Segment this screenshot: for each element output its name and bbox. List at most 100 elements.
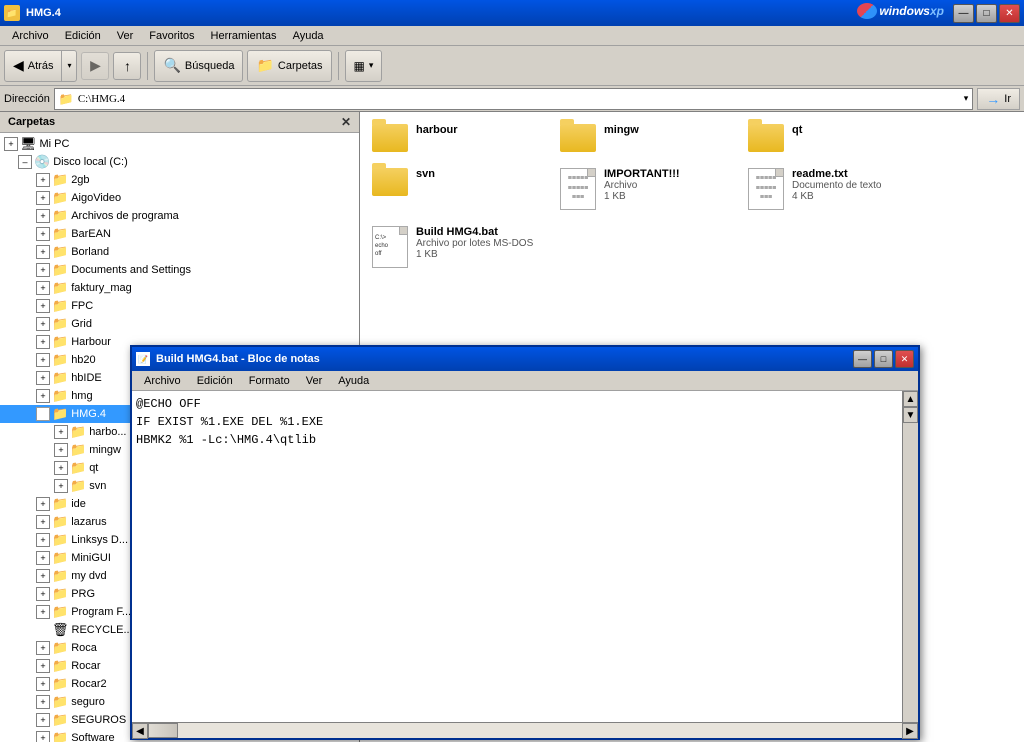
expander-program-f[interactable]: +: [36, 605, 50, 619]
hscrollbar-track[interactable]: [148, 723, 902, 738]
expander-documents[interactable]: +: [36, 263, 50, 277]
search-button[interactable]: 🔍 Búsqueda: [154, 50, 243, 82]
expander-qt-sub[interactable]: +: [54, 461, 68, 475]
back-button[interactable]: ◀ Atrás: [5, 51, 62, 81]
tree-item-fpc[interactable]: + 📁 FPC: [0, 297, 359, 315]
folders-close-button[interactable]: ✕: [341, 115, 351, 129]
close-button[interactable]: ✕: [999, 4, 1020, 23]
expander-hbide[interactable]: +: [36, 371, 50, 385]
expander-software[interactable]: +: [36, 731, 50, 742]
menu-favoritos[interactable]: Favoritos: [141, 28, 202, 44]
address-bar: Dirección 📁 ▾ → Ir: [0, 86, 1024, 112]
folders-button[interactable]: 📁 Carpetas: [247, 50, 331, 82]
notepad-content: @ECHO OFF IF EXIST %1.EXE DEL %1.EXE HBM…: [132, 391, 918, 722]
tree-item-aigovideo[interactable]: + 📁 AigoVideo: [0, 189, 359, 207]
hscrollbar-left-arrow[interactable]: ◀: [132, 723, 148, 739]
expander-rocar2[interactable]: +: [36, 677, 50, 691]
expander-archivos[interactable]: +: [36, 209, 50, 223]
expander-grid[interactable]: +: [36, 317, 50, 331]
menu-ayuda[interactable]: Ayuda: [285, 28, 332, 44]
tree-item-2gb[interactable]: + 📁 2gb: [0, 171, 359, 189]
folders-title: Carpetas: [8, 116, 55, 128]
expander-roca[interactable]: +: [36, 641, 50, 655]
view-button[interactable]: ▦ ▾: [345, 50, 383, 82]
expander-recycle: [36, 623, 50, 637]
address-input[interactable]: [78, 93, 960, 105]
file-item-svn[interactable]: svn: [368, 164, 548, 214]
tree-item-documents[interactable]: + 📁 Documents and Settings: [0, 261, 359, 279]
file-type-build-bat: Archivo por lotes MS-DOS: [416, 238, 544, 249]
notepad-vertical-scrollbar[interactable]: ▲ ▼: [902, 391, 918, 722]
expander-lazarus[interactable]: +: [36, 515, 50, 529]
notepad-menu-formato[interactable]: Formato: [241, 373, 298, 389]
notepad-menu-archivo[interactable]: Archivo: [136, 373, 189, 389]
expander-hmg[interactable]: +: [36, 389, 50, 403]
notepad-maximize-button[interactable]: □: [874, 350, 893, 368]
expander-my-pc[interactable]: +: [4, 137, 18, 151]
notepad-menu-edicion[interactable]: Edición: [189, 373, 241, 389]
expander-harbour[interactable]: +: [36, 335, 50, 349]
tree-item-borland[interactable]: + 📁 Borland: [0, 243, 359, 261]
expander-linksys[interactable]: +: [36, 533, 50, 547]
go-button[interactable]: → Ir: [977, 88, 1020, 110]
expander-seguro[interactable]: +: [36, 695, 50, 709]
menu-ver[interactable]: Ver: [109, 28, 142, 44]
window: 📁 HMG.4 — □ ✕ windowsxp Archivo Edición …: [0, 0, 1024, 742]
file-item-harbour[interactable]: harbour: [368, 120, 548, 156]
scrollbar-down-arrow[interactable]: ▼: [903, 407, 918, 423]
notepad-textarea[interactable]: @ECHO OFF IF EXIST %1.EXE DEL %1.EXE HBM…: [132, 391, 902, 722]
tree-item-faktury[interactable]: + 📁 faktury_mag: [0, 279, 359, 297]
expander-prg[interactable]: +: [36, 587, 50, 601]
tree-item-my-pc[interactable]: + 🖥 Mi PC: [0, 135, 359, 153]
notepad-minimize-button[interactable]: —: [853, 350, 872, 368]
expander-ide[interactable]: +: [36, 497, 50, 511]
expander-aigovideo[interactable]: +: [36, 191, 50, 205]
maximize-button[interactable]: □: [976, 4, 997, 23]
file-item-important[interactable]: ≡≡≡≡≡ ≡≡≡≡≡ ≡≡≡ IMPORTANT!!! Archivo 1 K…: [556, 164, 736, 214]
menu-herramientas[interactable]: Herramientas: [203, 28, 285, 44]
notepad-hscrollbar[interactable]: ◀ ▶: [132, 722, 918, 738]
notepad-menu-ver[interactable]: Ver: [298, 373, 331, 389]
back-button-group[interactable]: ◀ Atrás ▾: [4, 50, 77, 82]
expander-2gb[interactable]: +: [36, 173, 50, 187]
tree-item-disco-c[interactable]: – 💿 Disco local (C:): [0, 153, 359, 171]
expander-hmg4[interactable]: –: [36, 407, 50, 421]
file-size-build-bat: 1 KB: [416, 249, 544, 260]
address-dropdown-icon[interactable]: ▾: [964, 93, 969, 104]
hscrollbar-right-arrow[interactable]: ▶: [902, 723, 918, 739]
expander-harbo-sub[interactable]: +: [54, 425, 68, 439]
expander-minigui[interactable]: +: [36, 551, 50, 565]
hscrollbar-thumb[interactable]: [148, 723, 178, 738]
doc-icon-important: ≡≡≡≡≡ ≡≡≡≡≡ ≡≡≡: [560, 168, 596, 210]
expander-disco-c[interactable]: –: [18, 155, 32, 169]
file-item-mingw[interactable]: mingw: [556, 120, 736, 156]
file-item-build-bat[interactable]: C:\>echooff Build HMG4.bat Archivo por l…: [368, 222, 548, 272]
tree-item-grid[interactable]: + 📁 Grid: [0, 315, 359, 333]
expander-fpc[interactable]: +: [36, 299, 50, 313]
scrollbar-up-arrow[interactable]: ▲: [903, 391, 918, 407]
expander-hb20[interactable]: +: [36, 353, 50, 367]
minimize-button[interactable]: —: [953, 4, 974, 23]
expander-mydvd[interactable]: +: [36, 569, 50, 583]
notepad-menu-ayuda[interactable]: Ayuda: [330, 373, 377, 389]
expander-barean[interactable]: +: [36, 227, 50, 241]
notepad-menubar: Archivo Edición Formato Ver Ayuda: [132, 371, 918, 391]
tree-item-barean[interactable]: + 📁 BarEAN: [0, 225, 359, 243]
back-dropdown[interactable]: ▾: [62, 51, 76, 81]
expander-mingw-sub[interactable]: +: [54, 443, 68, 457]
forward-button[interactable]: ▶: [81, 52, 109, 80]
file-item-qt[interactable]: qt: [744, 120, 924, 156]
file-item-readme[interactable]: ≡≡≡≡≡ ≡≡≡≡≡ ≡≡≡ readme.txt Documento de …: [744, 164, 924, 214]
expander-rocar[interactable]: +: [36, 659, 50, 673]
menu-edicion[interactable]: Edición: [57, 28, 109, 44]
up-button[interactable]: ↑: [113, 52, 141, 80]
notepad-close-button[interactable]: ✕: [895, 350, 914, 368]
expander-svn-sub[interactable]: +: [54, 479, 68, 493]
menu-archivo[interactable]: Archivo: [4, 28, 57, 44]
file-type-readme: Documento de texto: [792, 180, 920, 191]
expander-faktury[interactable]: +: [36, 281, 50, 295]
tree-item-archivos[interactable]: + 📁 Archivos de programa: [0, 207, 359, 225]
expander-borland[interactable]: +: [36, 245, 50, 259]
menu-bar: Archivo Edición Ver Favoritos Herramient…: [0, 26, 1024, 46]
expander-seguros[interactable]: +: [36, 713, 50, 727]
